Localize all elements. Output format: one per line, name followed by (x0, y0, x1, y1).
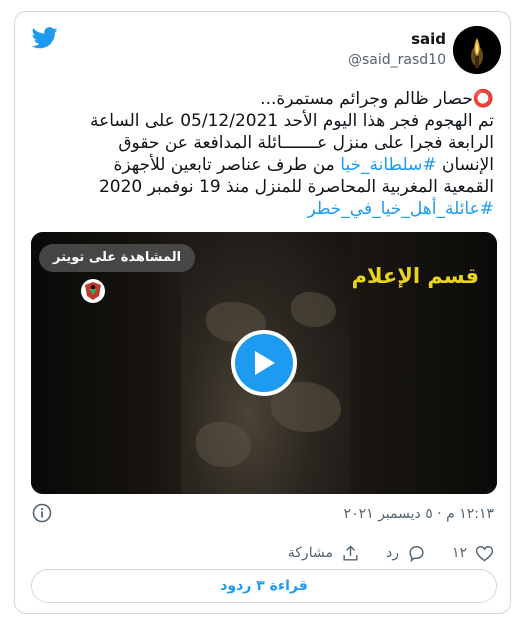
share-button[interactable]: مشاركة (288, 544, 360, 563)
tweet-text-line: ⭕حصار ظالم وجرائم مستمرة... (34, 88, 494, 110)
read-replies-button[interactable]: قراءة ٣ ردود (31, 569, 497, 603)
media-rubble (291, 292, 336, 327)
like-button[interactable]: ١٢ (452, 544, 494, 563)
tweet-actions: ١٢ رد مشاركة (262, 543, 494, 563)
tweet-text-line: #عائلة_أهل_خيا_في_خطر (34, 198, 494, 220)
reply-button[interactable]: رد (386, 544, 426, 563)
play-button[interactable] (231, 330, 297, 396)
tweet-text-segment: ⭕حصار ظالم وجرائم مستمرة... (260, 89, 494, 109)
tweet-text-line: الرابعة فجرا على منزل عـــــــائلة المدا… (34, 132, 494, 154)
reply-label: رد (385, 545, 399, 561)
tweet-text-segment: الرابعة فجرا على منزل عـــــــائلة المدا… (118, 133, 494, 153)
avatar-image (453, 26, 501, 74)
author-handle[interactable]: @said_rasd10 (348, 52, 446, 68)
tweet-text: ⭕حصار ظالم وجرائم مستمرة... تم الهجوم فجر… (34, 88, 494, 220)
watch-on-twitter-button[interactable]: المشاهدة على تويتر (39, 244, 196, 272)
share-label: مشاركة (287, 545, 333, 561)
tweet-text-line: تم الهجوم فجر هذا اليوم الأحد 05/12/2021… (34, 110, 494, 132)
play-icon (255, 351, 275, 375)
video-media[interactable]: المشاهدة على تويتر قسم الإعلام (31, 232, 497, 494)
tweet-text-segment: تم الهجوم فجر هذا اليوم الأحد 05/12/2021… (89, 111, 494, 131)
like-count: ١٢ (451, 545, 467, 561)
media-logo-icon (81, 279, 105, 303)
tweet-text-segment: الإنسان (436, 155, 494, 175)
tweet-text-line: القمعية المغربية المحاصرة للمنزل منذ 19 … (34, 176, 494, 198)
hashtag-link[interactable]: #سلطانة_خيا (340, 155, 436, 175)
heart-icon (475, 545, 494, 562)
avatar[interactable] (453, 26, 501, 74)
media-overlay-caption: قسم الإعلام (351, 264, 479, 288)
tweet-text-line: الإنسان #سلطانة_خيا من طرف عناصر تابعين … (34, 154, 494, 176)
tweet-card: said @said_rasd10 ⭕حصار ظالم وجرائم مستم… (14, 11, 511, 614)
tweet-timestamp[interactable]: ١٢:١٣ م · ٥ ديسمبر ٢٠٢١ (344, 506, 494, 522)
info-icon[interactable] (32, 503, 52, 523)
twitter-bird-icon[interactable] (32, 27, 58, 49)
author-name[interactable]: said (411, 30, 446, 48)
tweet-text-segment: القمعية المغربية المحاصرة للمنزل منذ 19 … (98, 177, 494, 197)
hashtag-link[interactable]: #عائلة_أهل_خيا_في_خطر (307, 199, 494, 219)
reply-icon (409, 545, 424, 562)
share-icon (343, 544, 358, 561)
tweet-text-segment: من طرف عناصر تابعين للأجهزة (113, 155, 341, 175)
